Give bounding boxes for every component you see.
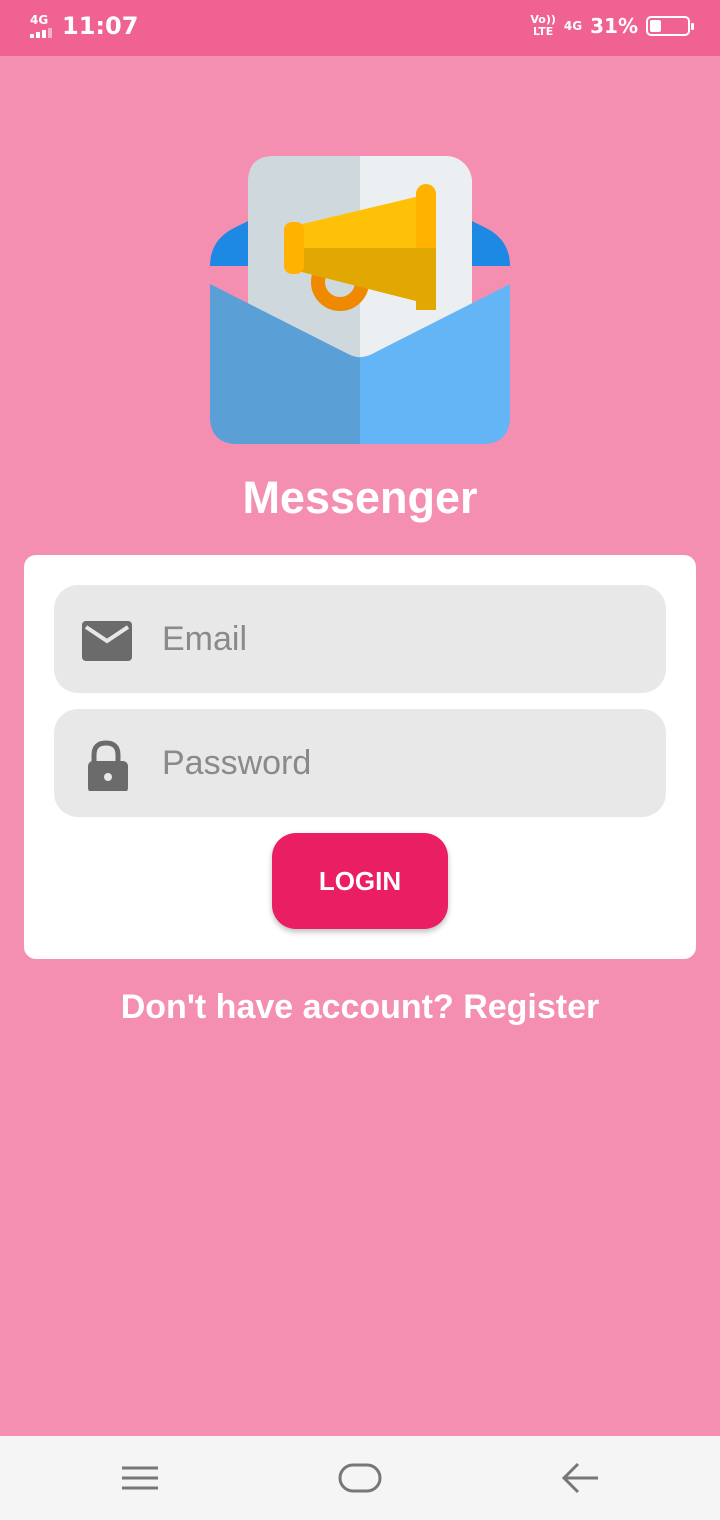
network-type-right: 4G: [563, 19, 583, 33]
clock: 11:07: [62, 12, 139, 40]
password-input[interactable]: [162, 709, 642, 817]
status-right: Vo)) LTE 4G 31%: [530, 13, 694, 38]
app-title: Messenger: [242, 472, 478, 523]
email-input[interactable]: [162, 585, 642, 693]
mail-icon: [82, 621, 132, 661]
password-field[interactable]: [54, 709, 666, 817]
battery-icon: [646, 16, 694, 36]
battery-percent: 31%: [590, 14, 638, 38]
envelope-megaphone-icon: [210, 156, 510, 444]
back-arrow-icon[interactable]: [550, 1456, 610, 1500]
status-left: 4G 11:07: [30, 12, 138, 40]
home-icon[interactable]: [330, 1456, 390, 1500]
register-link[interactable]: Don't have account? Register: [0, 988, 720, 1027]
network-type-left: 4G: [30, 13, 49, 27]
navigation-bar: [0, 1436, 720, 1520]
volte-indicator: Vo)) LTE: [530, 13, 556, 38]
email-field[interactable]: [54, 585, 666, 693]
status-bar: 4G 11:07 Vo)) LTE 4G 31%: [0, 0, 720, 56]
login-card: LOGIN: [24, 555, 696, 959]
signal-bars-icon: 4G: [30, 14, 52, 38]
login-button[interactable]: LOGIN: [272, 833, 448, 929]
lock-icon: [88, 740, 128, 791]
menu-icon[interactable]: [110, 1456, 170, 1500]
